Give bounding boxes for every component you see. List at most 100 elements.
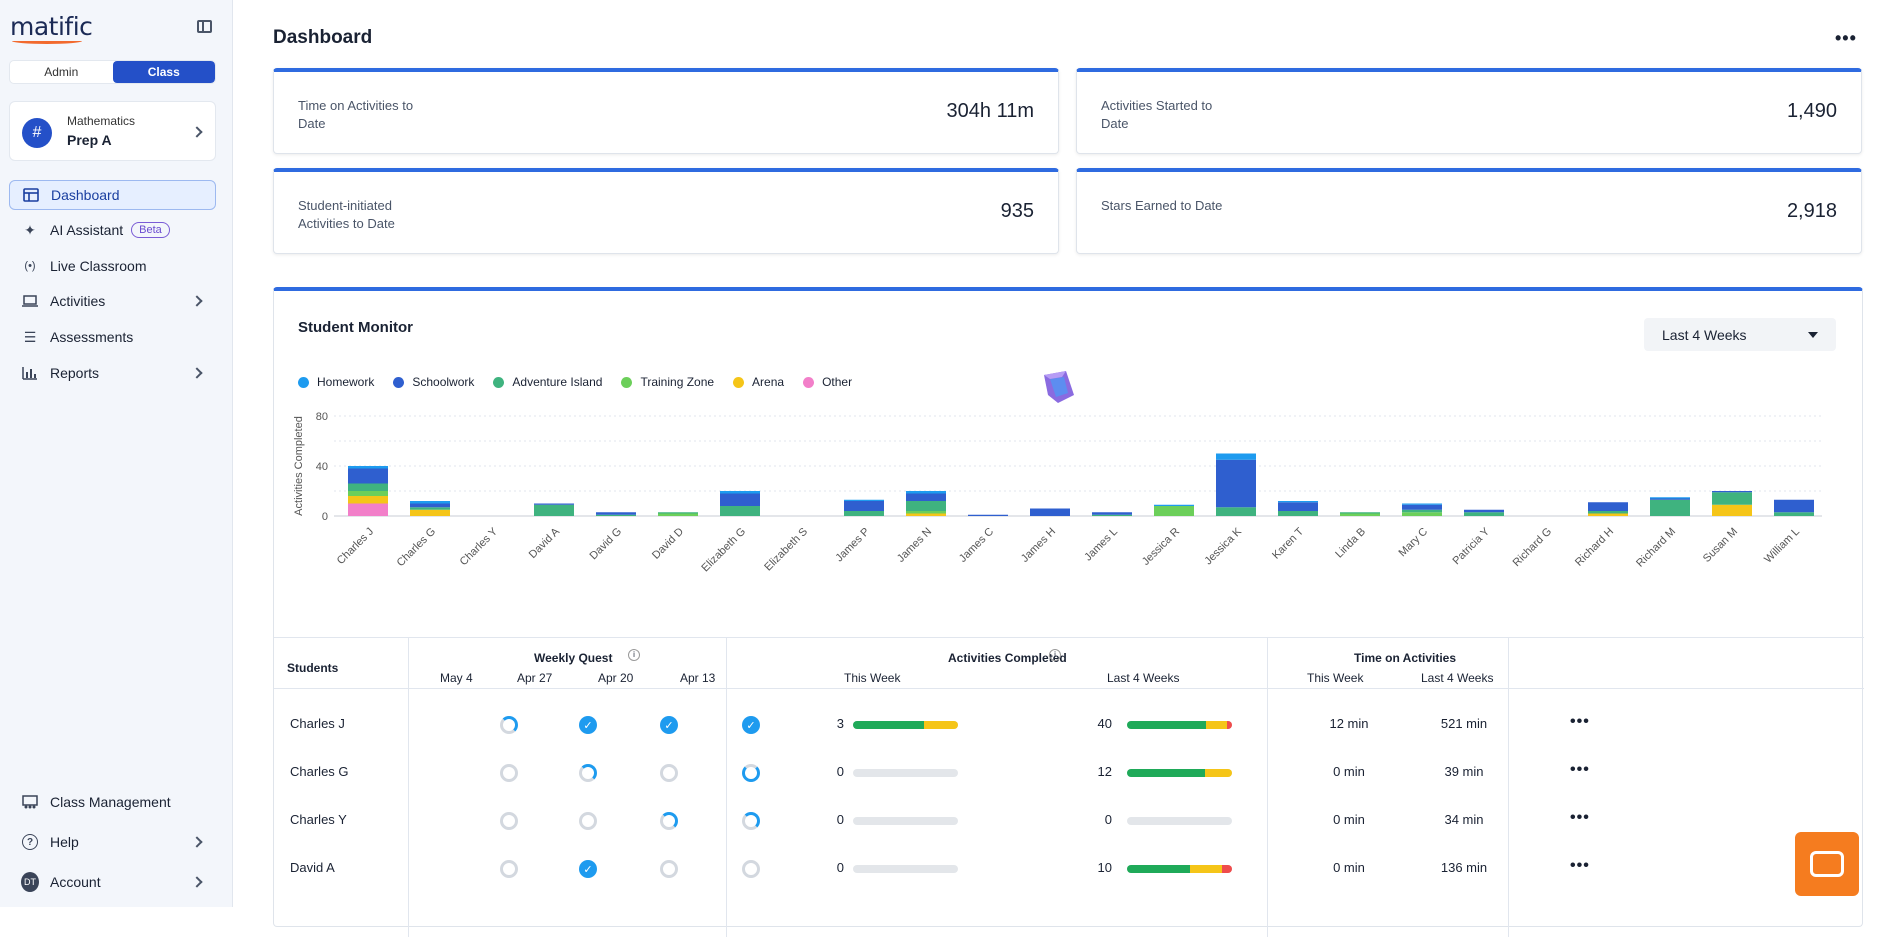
quest-empty-icon[interactable] — [579, 812, 597, 830]
activity-bar — [853, 721, 958, 729]
page-title: Dashboard — [273, 27, 373, 48]
quest-complete-icon[interactable]: ✓ — [660, 716, 678, 734]
sidebar-item-dashboard[interactable]: Dashboard — [9, 180, 216, 210]
x-tick-label: James L — [1082, 526, 1120, 564]
row-more-button[interactable]: ••• — [1570, 857, 1590, 875]
sidebar-item-help[interactable]: ? Help — [9, 827, 216, 857]
quest-empty-icon[interactable] — [500, 860, 518, 878]
caret-down-icon — [1808, 332, 1818, 338]
bar-segment — [844, 499, 884, 501]
quest-empty-icon[interactable] — [500, 812, 518, 830]
bar-segment — [1154, 506, 1194, 516]
quest-partial-icon[interactable] — [742, 812, 760, 830]
legend-label: Other — [822, 375, 853, 389]
student-name[interactable]: Charles Y — [290, 812, 347, 827]
bar-segment — [348, 496, 388, 504]
quest-complete-icon[interactable]: ✓ — [579, 716, 597, 734]
legend-item[interactable]: Schoolwork — [393, 375, 474, 389]
sidebar-item-assessments[interactable]: ☰ Assessments — [9, 322, 216, 352]
header-this-week[interactable]: This Week — [844, 671, 900, 685]
sidebar-collapse-icon[interactable] — [197, 20, 212, 33]
bar-segment — [1774, 499, 1814, 513]
activity-bar — [1127, 817, 1232, 825]
bar-segment — [1402, 504, 1442, 510]
sidebar-item-label: Account — [50, 874, 101, 890]
quest-partial-icon[interactable] — [660, 812, 678, 830]
chat-support-button[interactable] — [1795, 832, 1859, 896]
sidebar-item-reports[interactable]: Reports — [9, 358, 216, 388]
legend-item[interactable]: Arena — [733, 375, 784, 389]
matific-logo[interactable]: matific — [10, 12, 93, 41]
bar-segment — [1774, 512, 1814, 516]
legend-item[interactable]: Training Zone — [621, 375, 714, 389]
student-monitor-panel: Student Monitor Last 4 Weeks Homework Sc… — [273, 287, 1864, 937]
page-more-button[interactable]: ••• — [1835, 28, 1857, 49]
table-row[interactable]: Charles Y 0 0 0 min 34 min ••• — [274, 803, 1864, 843]
header-this-week[interactable]: This Week — [1307, 671, 1363, 685]
table-row[interactable]: David A ✓ 0 10 0 min 136 min ••• — [274, 851, 1864, 891]
sidebar-item-account[interactable]: DT Account — [9, 867, 216, 897]
x-tick-label: David A — [527, 525, 563, 561]
bar-segment — [1650, 499, 1690, 516]
bar-segment — [720, 493, 760, 506]
row-more-button[interactable]: ••• — [1570, 809, 1590, 827]
table-row[interactable]: Charles G 0 12 0 min 39 min ••• — [274, 755, 1864, 795]
toggle-class[interactable]: Class — [112, 61, 215, 83]
quest-empty-icon[interactable] — [660, 764, 678, 782]
bar-segment — [410, 507, 450, 510]
legend-item[interactable]: Homework — [298, 375, 374, 389]
quest-partial-icon[interactable] — [500, 716, 518, 734]
stat-label: Stars Earned to Date — [1101, 198, 1223, 213]
help-icon: ? — [21, 833, 39, 851]
row-more-button[interactable]: ••• — [1570, 713, 1590, 731]
bar-segment — [1278, 511, 1318, 516]
bar-segment — [534, 504, 574, 516]
sidebar-item-activities[interactable]: Activities — [9, 286, 216, 316]
activities-this-week: 3 — [836, 716, 844, 731]
legend-item[interactable]: Adventure Island — [493, 375, 602, 389]
row-more-button[interactable]: ••• — [1570, 761, 1590, 779]
legend-dot — [298, 376, 309, 388]
quest-complete-icon[interactable]: ✓ — [579, 860, 597, 878]
header-last-4-weeks[interactable]: Last 4 Weeks — [1421, 671, 1493, 685]
bar-segment — [1402, 503, 1442, 505]
dropdown-value: Last 4 Weeks — [1662, 326, 1747, 343]
bar-segment — [1650, 498, 1690, 500]
student-name[interactable]: Charles G — [290, 764, 349, 779]
bar-segment — [1154, 504, 1194, 506]
quest-partial-icon[interactable] — [579, 764, 597, 782]
quest-mostly-icon[interactable] — [742, 764, 760, 782]
sidebar-item-class-management[interactable]: Class Management — [9, 787, 216, 817]
bar-segment — [348, 466, 388, 469]
header-quest-week: Apr 13 — [680, 671, 716, 685]
info-icon[interactable]: i — [628, 649, 640, 661]
x-tick-label: James C — [957, 526, 996, 565]
activity-bar — [853, 865, 958, 873]
bar-chart-icon — [21, 364, 39, 382]
sidebar-item-live-classroom[interactable]: (•) Live Classroom — [9, 251, 216, 281]
quest-empty-icon[interactable] — [742, 860, 760, 878]
bar-segment — [844, 501, 884, 511]
sidebar-item-label: Live Classroom — [50, 258, 147, 274]
y-tick-label: 0 — [322, 511, 328, 523]
bar-segment — [906, 501, 946, 511]
student-name[interactable]: David A — [290, 860, 335, 875]
toggle-admin[interactable]: Admin — [10, 61, 113, 83]
student-name[interactable]: Charles J — [290, 716, 345, 731]
quest-complete-icon[interactable]: ✓ — [742, 716, 760, 734]
bar-segment — [1588, 511, 1628, 514]
header-students[interactable]: Students — [287, 661, 338, 675]
legend-dot — [803, 376, 815, 388]
legend-item[interactable]: Other — [803, 375, 852, 389]
y-axis-label: Activities Completed — [293, 416, 305, 516]
activities-last-4-weeks: 10 — [1097, 860, 1112, 875]
x-tick-label: Richard G — [1511, 526, 1555, 570]
sidebar-item-ai-assistant[interactable]: ✦ AI Assistant Beta — [9, 215, 216, 245]
quest-empty-icon[interactable] — [500, 764, 518, 782]
header-last-4-weeks[interactable]: Last 4 Weeks — [1107, 671, 1179, 685]
class-selector[interactable]: # Mathematics Prep A — [9, 101, 216, 161]
info-icon[interactable]: i — [1049, 649, 1061, 661]
date-range-dropdown[interactable]: Last 4 Weeks — [1644, 318, 1836, 351]
table-row[interactable]: Charles J ✓ ✓ ✓ 3 40 12 min 521 min ••• — [274, 707, 1864, 747]
quest-empty-icon[interactable] — [660, 860, 678, 878]
